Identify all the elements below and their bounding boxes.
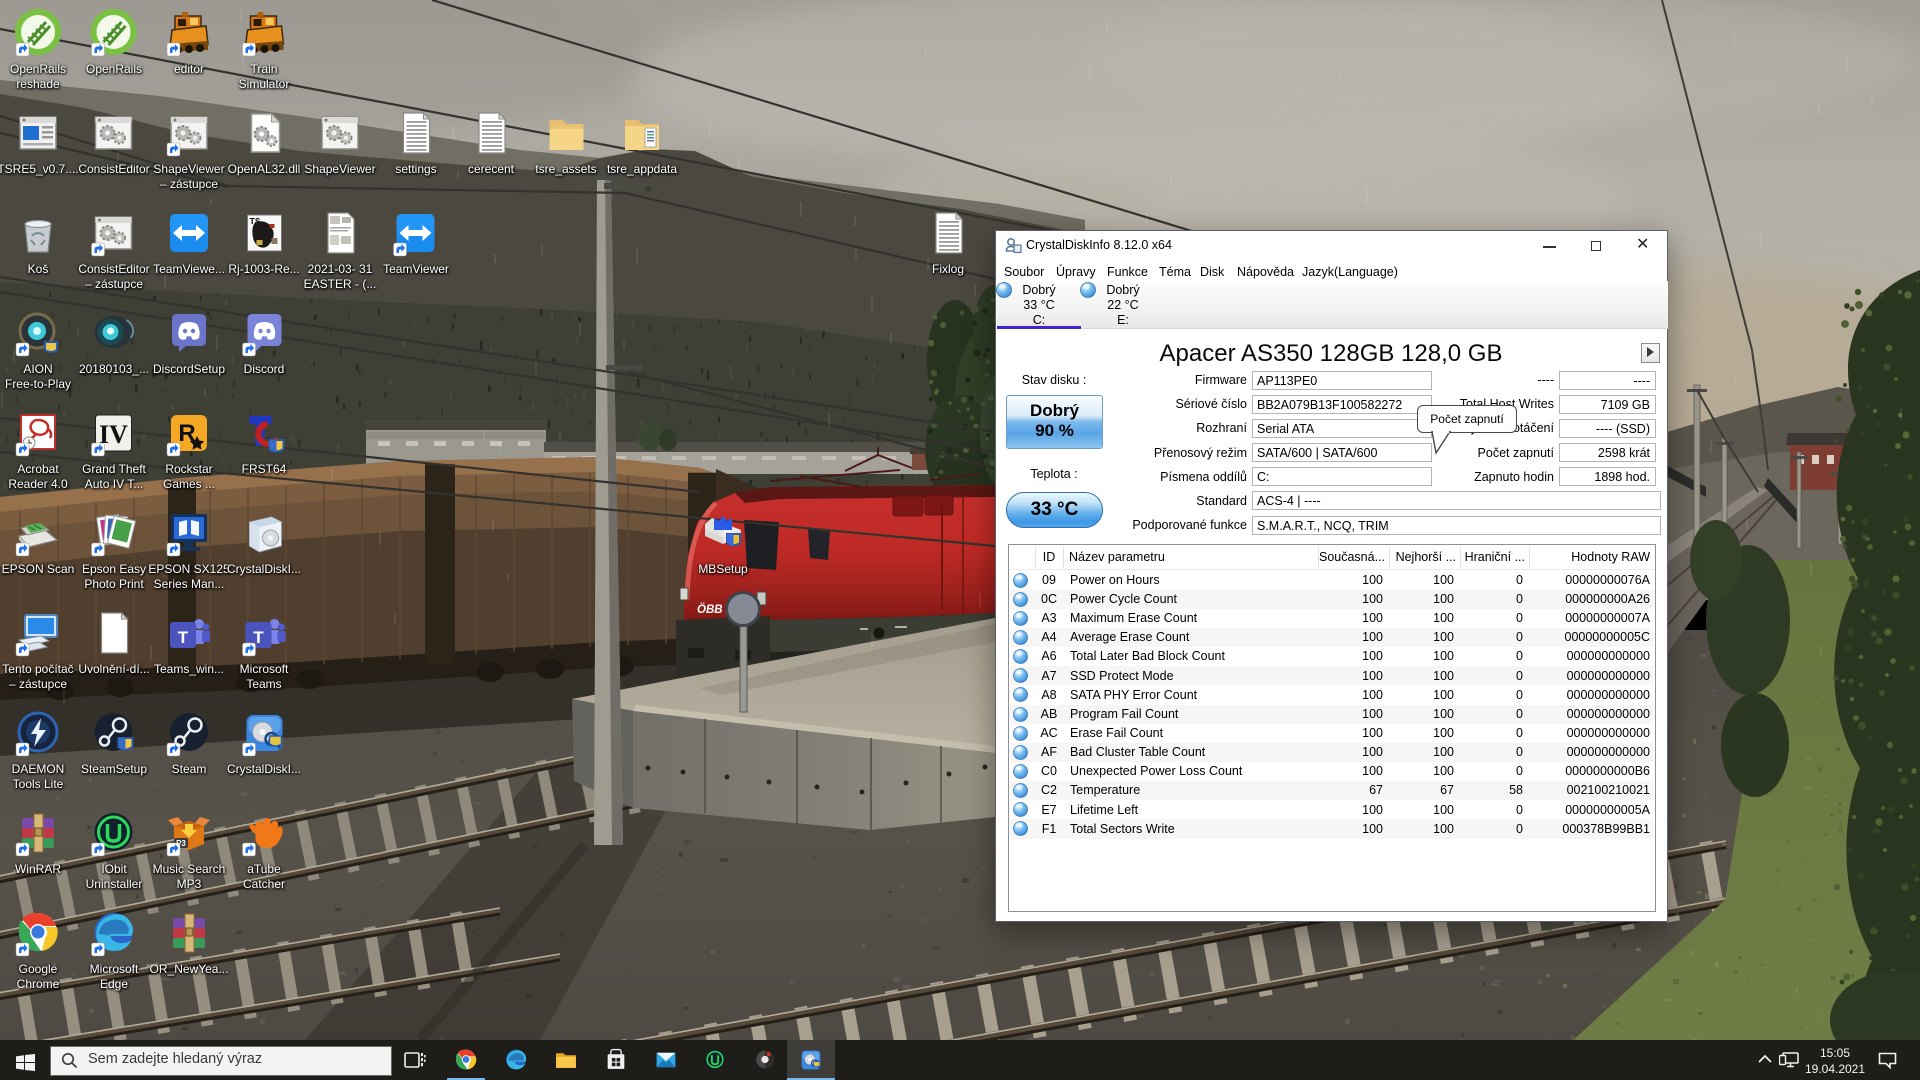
svg-text:T: T [178, 628, 189, 647]
